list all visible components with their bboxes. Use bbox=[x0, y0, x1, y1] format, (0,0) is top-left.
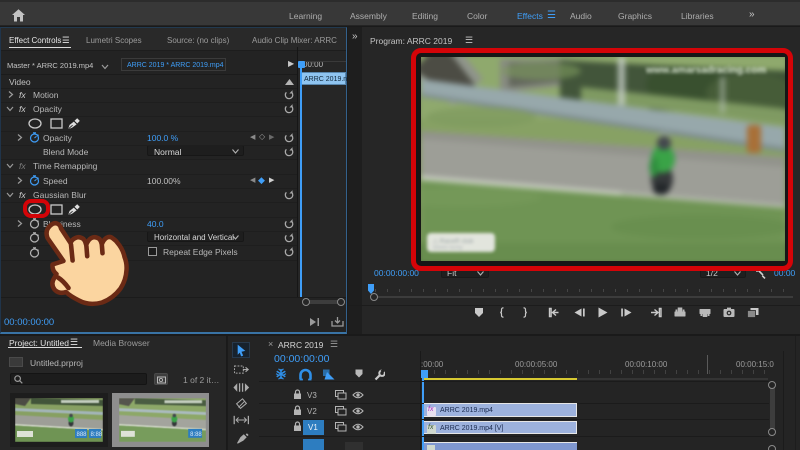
svg-text:wwww racing: wwww racing bbox=[433, 245, 463, 251]
svg-text:8:88: 8:88 bbox=[190, 432, 202, 438]
svg-text:8:88: 8:88 bbox=[91, 432, 103, 438]
svg-text:888: 888 bbox=[77, 432, 88, 438]
svg-text:△️ RaceR club: △️ RaceR club bbox=[433, 238, 474, 245]
svg-text:www.amarsadracing.com: www.amarsadracing.com bbox=[645, 65, 766, 76]
